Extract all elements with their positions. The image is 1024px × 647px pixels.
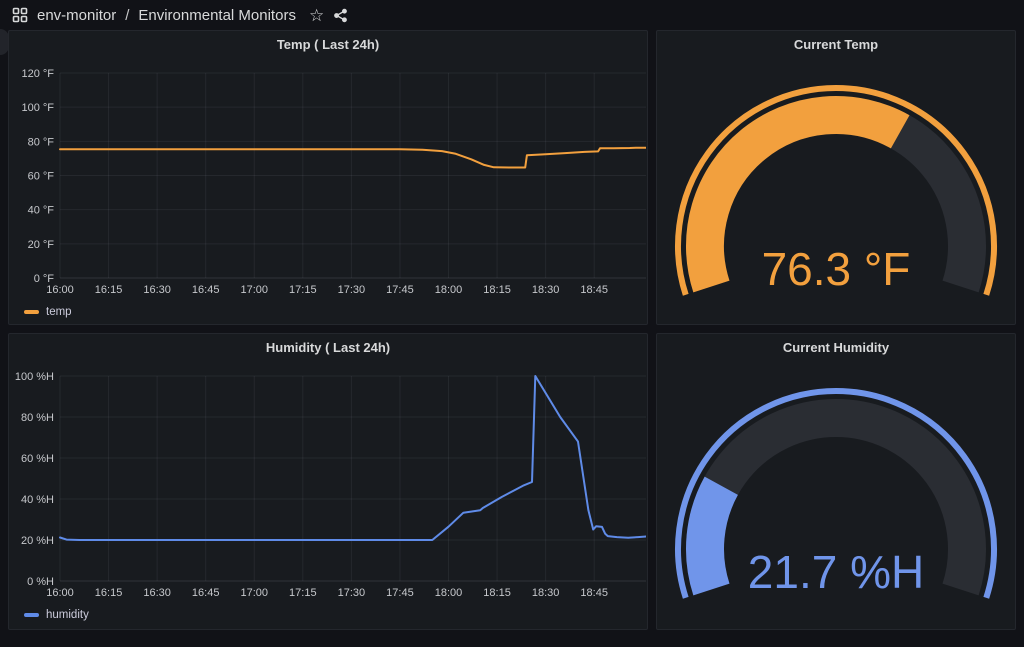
svg-text:17:45: 17:45	[386, 284, 414, 296]
svg-text:100 %H: 100 %H	[15, 371, 54, 383]
svg-text:0 %H: 0 %H	[27, 576, 54, 588]
svg-text:16:00: 16:00	[46, 587, 74, 599]
humidity-chart-canvas[interactable]: 16:00 16:15 16:30 16:45 17:00 17:15 17:30 17:45…	[10, 360, 646, 606]
breadcrumb-separator: /	[125, 7, 129, 24]
dashboard-title: Environmental Monitors	[138, 7, 296, 24]
svg-text:16:15: 16:15	[95, 587, 123, 599]
panel-title-current-temp[interactable]: Current Temp	[657, 31, 1015, 57]
svg-text:0 °F: 0 °F	[34, 273, 55, 285]
svg-text:20 %H: 20 %H	[21, 535, 54, 547]
svg-text:17:30: 17:30	[338, 284, 366, 296]
svg-text:100 °F: 100 °F	[21, 102, 54, 114]
legend-label-temp[interactable]: temp	[46, 306, 72, 318]
svg-text:16:00: 16:00	[46, 284, 74, 296]
star-icon[interactable]: ☆	[309, 7, 324, 24]
svg-text:18:30: 18:30	[532, 587, 560, 599]
panel-title-temp[interactable]: Temp ( Last 24h)	[9, 31, 647, 57]
panel-current-humidity: Current Humidity 21.7 %H	[656, 333, 1016, 630]
panel-temp-chart: Temp ( Last 24h) 16:00 16:15 16:30 16:45 17:…	[8, 30, 648, 325]
legend-swatch-temp	[24, 310, 39, 314]
temp-gauge: 76.3 °F	[657, 57, 1015, 324]
svg-text:60 %H: 60 %H	[21, 453, 54, 465]
svg-text:18:15: 18:15	[483, 284, 511, 296]
svg-text:18:30: 18:30	[532, 284, 560, 296]
svg-text:18:45: 18:45	[580, 284, 608, 296]
svg-text:17:15: 17:15	[289, 284, 317, 296]
humidity-gauge: 21.7 %H	[657, 360, 1015, 627]
svg-text:18:00: 18:00	[435, 284, 463, 296]
temp-chart-canvas[interactable]: 16:00 16:15 16:30 16:45 17:00 17:15 17:30 17:45…	[10, 57, 646, 303]
svg-text:21.7 %H: 21.7 %H	[748, 546, 924, 598]
svg-text:40 %H: 40 %H	[21, 494, 54, 506]
panel-humidity-chart: Humidity ( Last 24h) 16:00 16:15 16:30 16:4…	[8, 333, 648, 630]
panel-title-current-humidity[interactable]: Current Humidity	[657, 334, 1015, 360]
svg-text:76.3 °F: 76.3 °F	[762, 243, 911, 295]
svg-text:16:45: 16:45	[192, 284, 220, 296]
svg-text:17:45: 17:45	[386, 587, 414, 599]
svg-text:17:00: 17:00	[240, 284, 268, 296]
svg-text:17:15: 17:15	[289, 587, 317, 599]
humidity-legend: humidity	[9, 606, 647, 624]
svg-text:16:30: 16:30	[143, 284, 171, 296]
svg-text:40 °F: 40 °F	[28, 205, 55, 217]
svg-text:18:45: 18:45	[580, 587, 608, 599]
svg-text:20 °F: 20 °F	[28, 239, 55, 251]
svg-text:16:15: 16:15	[95, 284, 123, 296]
svg-text:17:00: 17:00	[240, 587, 268, 599]
legend-swatch-humidity	[24, 613, 39, 617]
nav-bar: env-monitor / Environmental Monitors ☆	[0, 0, 1024, 30]
svg-text:18:00: 18:00	[435, 587, 463, 599]
breadcrumb-parent[interactable]: env-monitor	[37, 7, 116, 24]
svg-text:120 °F: 120 °F	[21, 68, 54, 80]
apps-grid-icon[interactable]	[12, 7, 28, 23]
svg-text:60 °F: 60 °F	[28, 171, 55, 183]
breadcrumb: env-monitor / Environmental Monitors	[37, 7, 296, 24]
svg-text:16:30: 16:30	[143, 587, 171, 599]
panel-current-temp: Current Temp 76.3 °F	[656, 30, 1016, 325]
svg-text:18:15: 18:15	[483, 587, 511, 599]
share-icon[interactable]	[333, 8, 348, 23]
panel-title-humidity[interactable]: Humidity ( Last 24h)	[9, 334, 647, 360]
svg-text:16:45: 16:45	[192, 587, 220, 599]
temp-legend: temp	[9, 303, 647, 321]
svg-text:80 %H: 80 %H	[21, 412, 54, 424]
legend-label-humidity[interactable]: humidity	[46, 609, 89, 621]
svg-text:80 °F: 80 °F	[28, 136, 55, 148]
dashboard-grid: Temp ( Last 24h) 16:00 16:15 16:30 16:45 17:…	[0, 30, 1024, 630]
svg-text:17:30: 17:30	[338, 587, 366, 599]
